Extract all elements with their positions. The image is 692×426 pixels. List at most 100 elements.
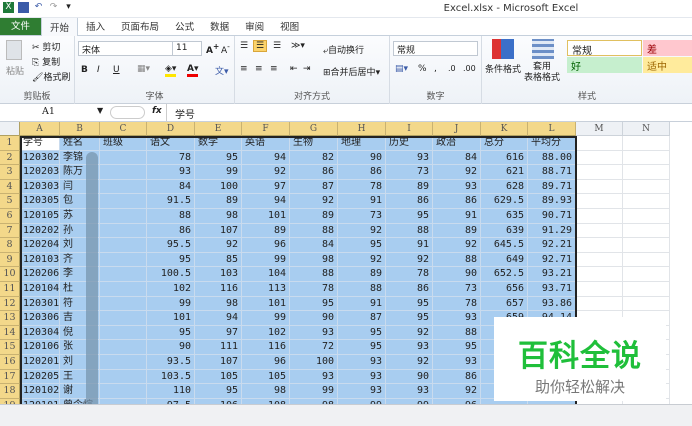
align-right-icon[interactable]: ≡ xyxy=(270,64,278,74)
table-cell[interactable]: 92 xyxy=(195,238,242,253)
table-cell[interactable]: 93.5 xyxy=(147,355,195,370)
table-cell[interactable]: 657 xyxy=(481,296,528,312)
row-header[interactable]: 10 xyxy=(0,267,20,282)
table-cell[interactable]: 104 xyxy=(242,267,290,282)
decrease-font-icon[interactable]: A- xyxy=(221,42,230,56)
table-cell[interactable] xyxy=(100,252,147,268)
table-cell[interactable] xyxy=(100,282,147,297)
table-cell[interactable]: 639 xyxy=(481,223,528,239)
table-cell[interactable]: 652.5 xyxy=(481,267,528,282)
table-cell[interactable]: 93.86 xyxy=(528,296,576,312)
tab-data[interactable]: 数据 xyxy=(202,17,237,35)
percent-button[interactable]: % xyxy=(418,64,427,74)
table-cell[interactable]: 95 xyxy=(433,340,481,355)
tab-insert[interactable]: 插入 xyxy=(78,17,113,35)
row-header[interactable]: 12 xyxy=(0,296,20,312)
table-cell[interactable] xyxy=(623,223,670,239)
table-cell[interactable]: 120301 xyxy=(20,296,60,312)
table-cell[interactable]: 102 xyxy=(147,282,195,297)
table-cell[interactable]: 120201 xyxy=(20,355,60,370)
column-header-D[interactable]: D xyxy=(147,122,195,136)
table-cell[interactable]: 95 xyxy=(147,252,195,268)
table-cell[interactable] xyxy=(100,238,147,253)
table-cell[interactable]: 86 xyxy=(386,194,433,209)
row-header[interactable]: 3 xyxy=(0,165,20,180)
table-cell[interactable]: 98 xyxy=(242,384,290,399)
table-cell[interactable]: 91.5 xyxy=(147,194,195,209)
header-cell[interactable]: 生物 xyxy=(290,136,338,151)
table-cell[interactable] xyxy=(576,282,623,297)
table-cell[interactable]: 91.29 xyxy=(528,223,576,239)
table-cell[interactable]: 616 xyxy=(481,150,528,166)
align-top-icon[interactable]: ☰ xyxy=(240,41,248,51)
table-cell[interactable] xyxy=(576,194,623,209)
table-cell[interactable]: 88 xyxy=(147,209,195,224)
font-name-select[interactable]: 宋体 xyxy=(78,41,173,56)
table-cell[interactable]: 92 xyxy=(242,165,290,180)
table-cell[interactable] xyxy=(100,311,147,326)
table-cell[interactable]: 92 xyxy=(386,252,433,268)
table-cell[interactable]: 73 xyxy=(433,282,481,297)
table-cell[interactable]: 84 xyxy=(290,238,338,253)
row-header[interactable]: 13 xyxy=(0,311,20,326)
table-cell[interactable] xyxy=(576,209,623,224)
tab-page-layout[interactable]: 页面布局 xyxy=(113,17,167,35)
table-cell[interactable]: 93 xyxy=(290,325,338,341)
header-cell[interactable]: 语文 xyxy=(147,136,195,151)
table-cell[interactable]: 95 xyxy=(386,311,433,326)
table-cell[interactable]: 120302 xyxy=(20,150,60,166)
table-cell[interactable]: 120203 xyxy=(20,165,60,180)
table-cell[interactable]: 85 xyxy=(195,252,242,268)
column-header-H[interactable]: H xyxy=(338,122,386,136)
table-cell[interactable] xyxy=(576,238,623,253)
header-cell[interactable]: 平均分 xyxy=(528,136,576,151)
table-cell[interactable]: 88 xyxy=(290,223,338,239)
table-cell[interactable]: 89 xyxy=(195,194,242,209)
table-cell[interactable]: 88.00 xyxy=(528,150,576,166)
header-cell[interactable] xyxy=(623,136,670,151)
table-cell[interactable]: 107 xyxy=(195,223,242,239)
header-cell[interactable]: 地理 xyxy=(338,136,386,151)
table-cell[interactable]: 89.93 xyxy=(528,194,576,209)
table-cell[interactable]: 95 xyxy=(338,238,386,253)
table-cell[interactable]: 93 xyxy=(433,311,481,326)
table-cell[interactable]: 93.21 xyxy=(528,267,576,282)
table-cell[interactable]: 90 xyxy=(147,340,195,355)
table-cell[interactable]: 645.5 xyxy=(481,238,528,253)
tab-review[interactable]: 审阅 xyxy=(237,17,272,35)
table-cell[interactable]: 120205 xyxy=(20,369,60,385)
table-cell[interactable] xyxy=(623,238,670,253)
table-cell[interactable] xyxy=(623,209,670,224)
align-bottom-icon[interactable]: ☰ xyxy=(273,41,281,51)
table-cell[interactable]: 86 xyxy=(338,165,386,180)
table-cell[interactable]: 113 xyxy=(242,282,290,297)
row-header[interactable]: 6 xyxy=(0,209,20,224)
table-cell[interactable]: 93 xyxy=(433,355,481,370)
table-cell[interactable] xyxy=(100,325,147,341)
table-cell[interactable]: 120204 xyxy=(20,238,60,253)
table-cell[interactable]: 78 xyxy=(338,179,386,195)
table-cell[interactable] xyxy=(100,194,147,209)
table-cell[interactable]: 120202 xyxy=(20,223,60,239)
comma-button[interactable]: , xyxy=(434,64,437,74)
increase-indent-icon[interactable]: ⇥ xyxy=(303,64,311,74)
conditional-format-icon[interactable] xyxy=(492,39,514,59)
column-header-L[interactable]: L xyxy=(528,122,576,136)
table-cell[interactable]: 93.71 xyxy=(528,282,576,297)
header-cell[interactable]: 总分 xyxy=(481,136,528,151)
table-cell[interactable]: 120104 xyxy=(20,282,60,297)
currency-icon[interactable]: ▤▾ xyxy=(395,64,408,74)
table-cell[interactable]: 82 xyxy=(290,150,338,166)
table-cell[interactable]: 86 xyxy=(433,369,481,385)
table-cell[interactable]: 94 xyxy=(242,150,290,166)
table-cell[interactable]: 92.21 xyxy=(528,238,576,253)
table-cell[interactable]: 89.71 xyxy=(528,179,576,195)
table-cell[interactable]: 95 xyxy=(338,340,386,355)
table-cell[interactable]: 95 xyxy=(386,209,433,224)
table-cell[interactable]: 93 xyxy=(433,179,481,195)
table-cell[interactable] xyxy=(100,150,147,166)
column-header-K[interactable]: K xyxy=(481,122,528,136)
table-cell[interactable]: 93 xyxy=(386,384,433,399)
table-cell[interactable] xyxy=(100,267,147,282)
row-header[interactable]: 5 xyxy=(0,194,20,209)
